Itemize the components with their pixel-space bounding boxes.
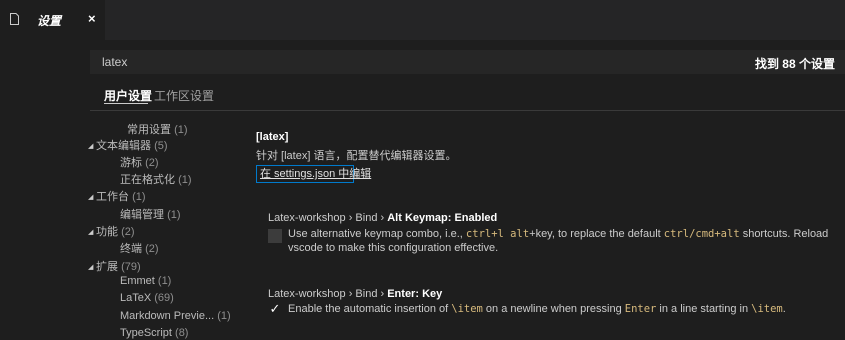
alt-keymap-checkbox[interactable] — [268, 229, 282, 243]
toc-item-typescript[interactable]: TypeScript (8) — [112, 327, 188, 339]
close-icon[interactable]: × — [88, 11, 96, 26]
edit-in-settings-json-link[interactable]: 在 settings.json 中编辑 — [256, 165, 371, 183]
settings-search-bar: 找到 88 个设置 — [90, 50, 845, 74]
setting-description-alt-keymap: Use alternative keymap combo, i.e., ctrl… — [288, 228, 829, 254]
toc-item-latex[interactable]: LaTeX (69) — [112, 292, 174, 304]
tab-user-settings[interactable]: 用户设置 — [104, 87, 152, 104]
toc-item-text-editor[interactable]: ◢ 文本编辑器 (5) — [88, 137, 168, 153]
expand-caret-icon: ◢ — [88, 194, 94, 202]
toc-item-workbench[interactable]: ◢ 工作台 (1) — [88, 188, 146, 204]
section-description: 针对 [latex] 语言，配置替代编辑器设置。 — [256, 150, 457, 162]
setting-title-alt-keymap: Latex-workshop › Bind › Alt Keymap: Enab… — [268, 212, 498, 224]
toc-item-editor-management[interactable]: 编辑管理 (1) — [112, 206, 181, 222]
divider — [90, 110, 845, 111]
toc-item-formatting[interactable]: 正在格式化 (1) — [112, 171, 192, 187]
toc-item-emmet[interactable]: Emmet (1) — [112, 275, 171, 287]
search-result-count: 找到 88 个设置 — [754, 57, 835, 71]
toc-item-markdown-preview[interactable]: Markdown Previe... (1) — [112, 310, 231, 322]
search-input[interactable] — [102, 50, 702, 74]
toc-item-features[interactable]: ◢ 功能 (2) — [88, 223, 135, 239]
expand-caret-icon: ◢ — [88, 229, 94, 237]
editor-tab-bar: 设置 × — [0, 0, 845, 40]
toc-item-extensions[interactable]: ◢ 扩展 (79) — [88, 258, 141, 274]
toc-item-common[interactable]: 常用设置 (1) — [119, 121, 188, 137]
toc-item-terminal[interactable]: 终端 (2) — [112, 240, 159, 256]
toc-item-cursor[interactable]: 游标 (2) — [112, 154, 159, 170]
enter-key-checkbox[interactable]: ✓ — [268, 302, 282, 316]
tab-workspace-settings[interactable]: 工作区设置 — [154, 87, 214, 104]
section-title: [latex] — [256, 131, 289, 143]
setting-title-enter-key: Latex-workshop › Bind › Enter: Key — [268, 288, 443, 300]
setting-description-enter-key: Enable the automatic insertion of \item … — [288, 303, 786, 315]
expand-caret-icon: ◢ — [88, 143, 94, 151]
expand-caret-icon: ◢ — [88, 264, 94, 272]
settings-tab[interactable]: 设置 × — [0, 0, 105, 40]
file-icon — [10, 13, 19, 25]
tab-title: 设置 — [37, 14, 62, 28]
active-tab-indicator — [104, 103, 148, 104]
